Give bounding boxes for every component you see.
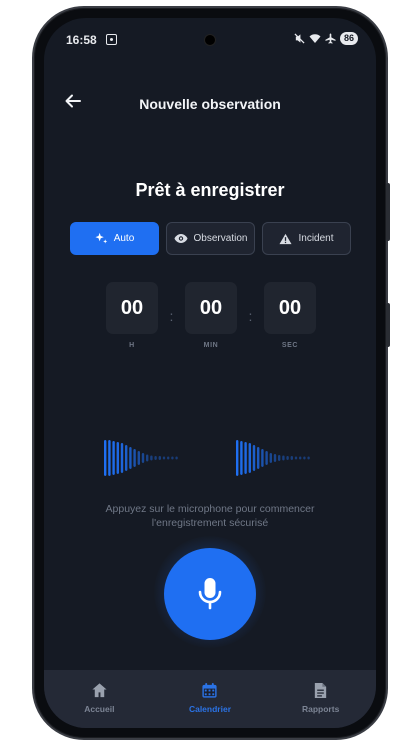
mode-observation-label: Observation	[193, 233, 248, 244]
app-header: Nouvelle observation	[44, 88, 376, 118]
timer-minutes-value: 00	[185, 282, 237, 334]
waveform-bar	[236, 440, 239, 476]
waveform-bar	[112, 441, 115, 475]
timer-minutes-label: MIN	[203, 342, 219, 349]
waveform-bar	[154, 456, 157, 460]
nav-label-accueil: Accueil	[84, 704, 115, 714]
nav-item-rapports[interactable]: Rapports	[276, 682, 366, 714]
waveform-bar	[257, 447, 260, 469]
nav-item-calendrier[interactable]: Calendrier	[165, 682, 255, 714]
waveform-bar	[141, 453, 145, 463]
waveform-bar	[171, 456, 174, 460]
side-button-bottom	[386, 303, 390, 347]
timer-separator: :	[169, 308, 174, 324]
timer-hours-value: 00	[106, 282, 158, 334]
timer-separator: :	[248, 308, 253, 324]
ready-title: Prêt à enregistrer	[135, 180, 285, 200]
timer-hours-label: H	[129, 342, 135, 349]
waveform-bar	[265, 451, 268, 465]
waveform-bar	[278, 455, 281, 461]
eye-icon	[174, 234, 188, 243]
document-icon	[314, 682, 327, 699]
waveform-bar	[162, 456, 166, 460]
nav-label-calendrier: Calendrier	[188, 704, 231, 714]
status-bar: 16:58 86	[44, 18, 376, 58]
calendar-icon	[202, 682, 218, 698]
mode-auto-button[interactable]: Auto	[70, 222, 159, 255]
timer-hours: 00 H	[106, 282, 158, 349]
waveform-bar	[286, 456, 289, 460]
waveform-bar	[116, 442, 119, 474]
waveform-bar	[150, 455, 153, 461]
timer-seconds-value: 00	[264, 282, 316, 334]
waveform-bar	[120, 443, 124, 473]
waveform-bar	[158, 456, 161, 460]
waveform-bar	[299, 456, 302, 460]
waveform-bar	[104, 440, 107, 476]
waveform-bar	[303, 456, 306, 460]
waveform-bar	[307, 456, 310, 460]
warning-triangle-icon	[279, 233, 293, 244]
status-icons: 86	[294, 32, 358, 45]
timer-minutes: 00 MIN	[185, 282, 237, 349]
camera-punch-hole	[204, 34, 216, 46]
recording-hint: Appuyez sur le microphone pour commencer…	[44, 502, 376, 530]
home-icon	[92, 683, 107, 698]
waveform-bar	[240, 441, 243, 475]
waveform-bar	[261, 449, 264, 467]
waveform-bar	[167, 456, 170, 460]
recording-hint-text: Appuyez sur le microphone pour commencer…	[105, 503, 315, 529]
nav-label-rapports: Rapports	[301, 704, 340, 714]
mode-incident-label: Incident	[298, 233, 334, 244]
waveform-bar	[108, 440, 111, 476]
mode-observation-button[interactable]: Observation	[166, 222, 255, 255]
sparkles-icon	[95, 232, 107, 244]
waveform-bar	[290, 456, 293, 460]
mode-incident-button[interactable]: Incident	[262, 222, 351, 255]
page-title: Nouvelle observation	[139, 96, 281, 112]
waveform-bar	[244, 442, 247, 474]
waveform-bar	[248, 443, 251, 473]
waveform-bar	[137, 451, 140, 465]
mute-icon	[294, 33, 305, 44]
recording-timer: 00 H : 00 MIN : 00 SEC	[106, 282, 316, 349]
timer-seconds: 00 SEC	[264, 282, 316, 349]
timer-seconds-label: SEC	[281, 342, 299, 349]
waveform-bar	[146, 454, 149, 462]
waveform-bar	[273, 454, 277, 462]
airplane-icon	[325, 33, 336, 44]
waveform-bar	[125, 445, 128, 471]
screenshot-icon	[106, 34, 117, 45]
waveform-bar	[129, 447, 132, 469]
status-time: 16:58	[66, 33, 97, 47]
side-button-top	[386, 183, 390, 241]
waveform-bar	[282, 455, 285, 461]
battery-badge: 86	[339, 32, 358, 45]
waveform-bar	[252, 445, 256, 471]
mode-auto-label: Auto	[113, 233, 135, 244]
waveform-bar	[269, 453, 272, 463]
waveform-bar	[175, 456, 178, 460]
nav-item-accueil[interactable]: Accueil	[54, 682, 144, 714]
bottom-navigation: Accueil Calendrier Rapports	[44, 670, 376, 728]
waveform-right	[236, 440, 310, 476]
wifi-icon	[309, 34, 321, 43]
waveform-bar	[294, 456, 298, 460]
phone-frame: 16:58 86 Nouvelle observation Prêt à enr…	[32, 6, 390, 740]
record-microphone-button[interactable]	[164, 548, 256, 640]
waveform-bar	[133, 449, 136, 467]
screen: 16:58 86 Nouvelle observation Prêt à enr…	[44, 18, 376, 728]
mode-selector: Auto Observation Incident	[70, 222, 351, 255]
microphone-icon	[198, 578, 222, 610]
waveform-left	[104, 440, 178, 476]
